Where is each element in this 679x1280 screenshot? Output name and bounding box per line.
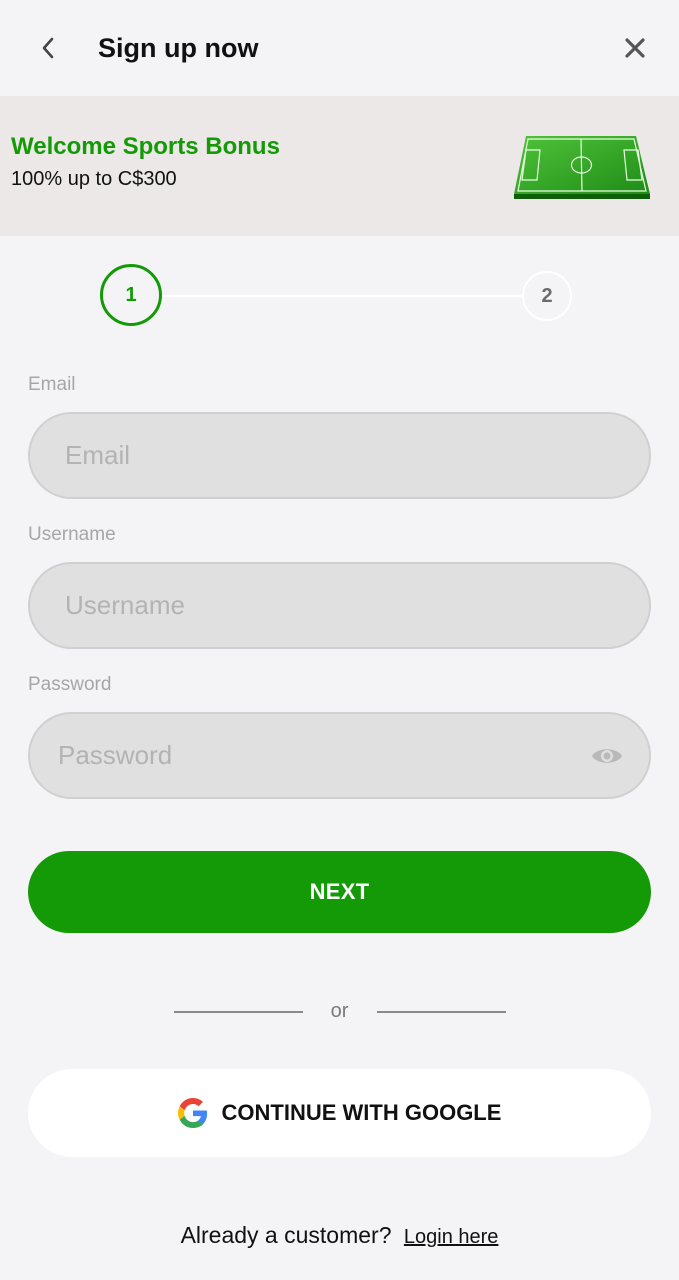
email-field[interactable] [30,414,649,497]
login-prompt: Already a customer? Login here [0,1222,679,1249]
divider-line-right [377,1011,506,1013]
bonus-title: Welcome Sports Bonus [11,133,280,160]
bonus-subtitle: 100% up to C$300 [11,168,177,190]
step-1-indicator: 1 [100,264,162,326]
google-icon [177,1098,207,1128]
signup-screen: Sign up now Welcome Sports Bonus 100% up… [0,0,679,1280]
close-icon [625,38,645,58]
next-button[interactable]: NEXT [28,851,651,933]
continue-with-google-button[interactable]: CONTINUE WITH GOOGLE [28,1069,651,1157]
football-pitch-icon [514,136,650,199]
eye-icon[interactable] [591,742,623,770]
or-divider: or [0,1000,679,1024]
close-button[interactable] [617,30,653,66]
password-field[interactable] [30,714,649,797]
divider-or-text: or [330,1000,349,1022]
login-here-link[interactable]: Login here [404,1226,499,1248]
already-customer-text: Already a customer? [180,1222,392,1248]
bonus-banner[interactable]: Welcome Sports Bonus 100% up to C$300 [0,96,679,236]
password-label: Password [28,674,112,695]
top-bar: Sign up now [0,0,679,96]
google-button-label: CONTINUE WITH GOOGLE [221,1100,502,1125]
page-title: Sign up now [98,33,259,63]
username-field[interactable] [30,564,649,647]
chevron-left-icon [42,37,54,59]
stepper-connector [162,295,524,297]
username-field-container [28,562,651,649]
username-label: Username [28,524,116,545]
step-2-indicator: 2 [522,271,572,321]
signup-stepper: 1 2 [0,262,679,328]
password-field-container [28,712,651,799]
email-field-container [28,412,651,499]
back-button[interactable] [30,30,66,66]
email-label: Email [28,374,76,395]
